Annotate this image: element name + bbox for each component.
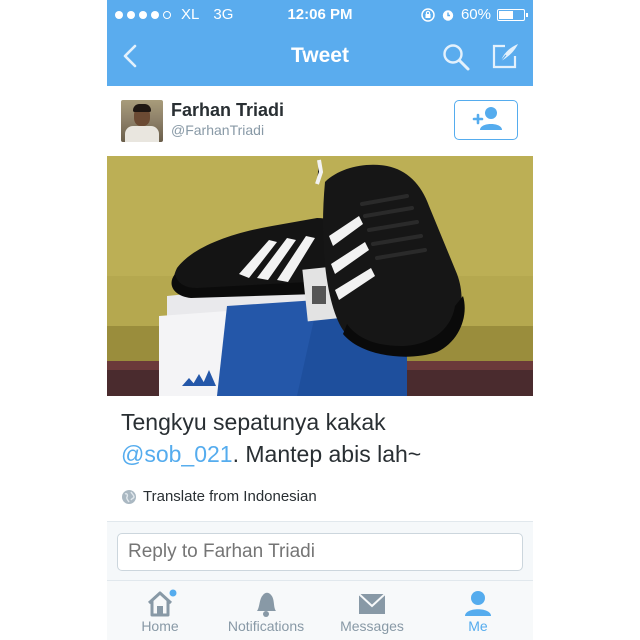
rotation-lock-icon bbox=[421, 7, 435, 22]
battery-percent: 60% bbox=[460, 6, 491, 23]
twitter-app: XL 3G 12:06 PM 60% Tweet Farhan Triadi @… bbox=[107, 0, 533, 640]
nav-bar: Tweet bbox=[107, 28, 533, 86]
globe-icon bbox=[122, 489, 136, 504]
translate-label: Translate from Indonesian bbox=[143, 488, 317, 505]
tab-label: Messages bbox=[340, 618, 404, 634]
tweet-text: Tengkyu sepatunya kakak @sob_021. Mantep… bbox=[121, 406, 521, 470]
envelope-icon bbox=[358, 593, 386, 614]
tab-messages[interactable]: Messages bbox=[319, 581, 425, 640]
avatar[interactable] bbox=[121, 100, 163, 142]
tweet-text-part: . Mantep abis lah~ bbox=[232, 441, 422, 467]
tab-label: Me bbox=[468, 618, 488, 634]
home-icon bbox=[147, 589, 177, 617]
follow-button[interactable] bbox=[454, 100, 518, 140]
mention-link[interactable]: @sob_021 bbox=[121, 441, 233, 467]
battery-icon bbox=[497, 8, 528, 21]
tweet-photo[interactable] bbox=[107, 156, 533, 396]
status-bar: XL 3G 12:06 PM 60% bbox=[107, 0, 533, 28]
tab-label: Notifications bbox=[227, 618, 305, 634]
translate-link[interactable]: Translate from Indonesian bbox=[121, 488, 317, 505]
tab-home[interactable]: Home bbox=[107, 581, 213, 640]
person-icon bbox=[465, 591, 491, 616]
tweet-text-part: Tengkyu sepatunya kakak bbox=[121, 409, 386, 435]
status-right: 60% bbox=[421, 6, 528, 23]
tweet-header: Farhan Triadi @FarhanTriadi bbox=[107, 86, 533, 156]
reply-input[interactable] bbox=[117, 533, 523, 571]
sneaker-photo bbox=[107, 156, 533, 396]
alarm-icon bbox=[442, 9, 454, 21]
tab-label: Home bbox=[141, 618, 179, 634]
author-handle[interactable]: @FarhanTriadi bbox=[171, 122, 264, 138]
tab-me[interactable]: Me bbox=[425, 581, 531, 640]
tab-notifications[interactable]: Notifications bbox=[213, 581, 319, 640]
compose-icon[interactable] bbox=[489, 40, 521, 72]
tab-bar: Home Notifications Messages Me bbox=[107, 581, 533, 640]
author-name[interactable]: Farhan Triadi bbox=[171, 100, 284, 121]
add-user-icon bbox=[472, 106, 502, 130]
reply-bar bbox=[107, 521, 533, 581]
bell-icon bbox=[257, 592, 276, 617]
search-icon[interactable] bbox=[441, 42, 471, 72]
top-bar: XL 3G 12:06 PM 60% Tweet bbox=[107, 0, 533, 86]
